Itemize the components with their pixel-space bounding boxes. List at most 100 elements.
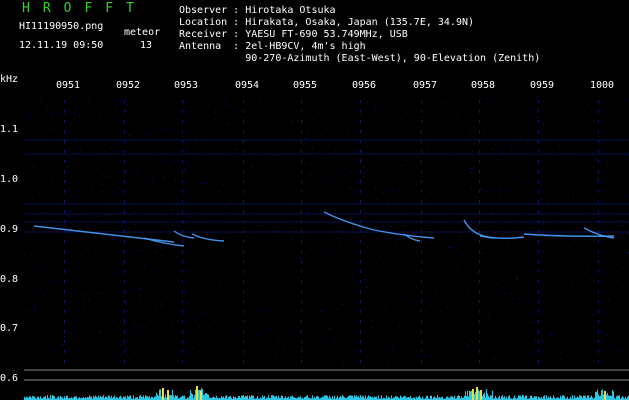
histogram-bar (156, 392, 157, 400)
noise-speckle (227, 246, 228, 248)
noise-speckle (620, 351, 622, 353)
noise-speckle (242, 207, 244, 208)
noise-speckle (195, 136, 197, 138)
noise-speckle (247, 293, 249, 295)
noise-speckle (125, 347, 127, 349)
noise-speckle (620, 98, 622, 100)
noise-speckle (415, 265, 417, 267)
noise-speckle (258, 97, 260, 99)
noise-speckle (569, 245, 571, 247)
noise-speckle (332, 161, 334, 163)
noise-speckle (501, 288, 503, 290)
minute-tick (598, 200, 599, 203)
minute-tick (301, 340, 302, 343)
minute-tick (301, 150, 302, 153)
minute-tick (243, 240, 244, 243)
minute-tick (479, 220, 480, 223)
noise-speckle (581, 141, 582, 143)
noise-speckle (286, 316, 288, 317)
noise-speckle (527, 186, 529, 188)
noise-speckle (314, 195, 316, 197)
noise-speckle (139, 287, 141, 289)
noise-speckle (391, 278, 393, 280)
minute-tick (243, 360, 244, 363)
minute-tick (479, 190, 480, 193)
noise-speckle (170, 140, 172, 142)
noise-speckle (71, 292, 73, 293)
noise-speckle (171, 215, 173, 217)
noise-speckle (54, 173, 56, 175)
noise-speckle (28, 109, 30, 110)
minute-tick (479, 290, 480, 293)
noise-speckle (82, 268, 83, 269)
noise-speckle (302, 261, 303, 263)
noise-speckle (521, 341, 523, 343)
noise-speckle (40, 97, 42, 99)
histogram-bar (470, 391, 471, 400)
noise-speckle (129, 109, 130, 110)
histogram-bar (182, 395, 183, 400)
noise-speckle (548, 338, 550, 340)
noise-speckle (573, 164, 575, 166)
noise-speckle (309, 240, 311, 242)
noise-speckle (507, 342, 509, 344)
noise-speckle (75, 107, 77, 109)
noise-speckle (519, 362, 521, 364)
spectrogram (24, 96, 629, 400)
noise-speckle (331, 135, 333, 137)
time-tick: 0955 (293, 80, 318, 91)
noise-speckle (427, 225, 429, 227)
minute-tick (360, 200, 361, 203)
histogram-bar (213, 396, 214, 400)
histogram-bar (580, 395, 581, 400)
noise-speckle (134, 224, 136, 226)
histogram-bar (37, 396, 38, 400)
noise-speckle (125, 302, 127, 304)
minute-tick (538, 270, 539, 273)
histogram-bar (155, 396, 156, 400)
noise-speckle (46, 105, 48, 107)
noise-speckle (325, 181, 327, 183)
noise-speckle (289, 217, 291, 219)
minute-tick (64, 170, 65, 173)
histogram-peak (604, 391, 606, 400)
noise-speckle (531, 163, 533, 165)
histogram-bar (572, 395, 573, 400)
time-tick: 0953 (174, 80, 199, 91)
histogram-bar (401, 396, 402, 400)
minute-tick (182, 100, 183, 103)
noise-speckle (481, 189, 483, 191)
noise-speckle (501, 242, 503, 243)
minute-tick (243, 120, 244, 123)
noise-speckle (356, 307, 358, 309)
noise-speckle (40, 289, 42, 290)
histogram-bar (522, 395, 523, 400)
histogram-bar (484, 392, 485, 400)
noise-speckle (627, 233, 629, 235)
histogram-bar (610, 395, 611, 400)
noise-speckle (543, 250, 545, 252)
noise-speckle (40, 218, 41, 219)
noise-speckle (329, 311, 331, 313)
minute-tick (538, 350, 539, 353)
axis-unit: kHz (0, 74, 19, 85)
noise-speckle (549, 128, 551, 130)
noise-speckle (292, 334, 294, 336)
noise-speckle (229, 232, 231, 234)
noise-speckle (447, 251, 448, 253)
histogram-bar (242, 395, 243, 400)
noise-speckle (275, 230, 277, 232)
noise-speckle (206, 183, 208, 185)
histogram-bar (474, 394, 475, 400)
noise-speckle (275, 355, 276, 357)
noise-speckle (448, 247, 450, 249)
noise-speckle (75, 304, 77, 306)
noise-speckle (78, 236, 80, 238)
noise-speckle (337, 195, 339, 197)
noise-speckle (312, 148, 313, 150)
noise-speckle (587, 105, 589, 107)
noise-speckle (93, 316, 95, 318)
histogram-bar (378, 395, 379, 400)
minute-tick (182, 310, 183, 313)
noise-speckle (235, 277, 237, 278)
